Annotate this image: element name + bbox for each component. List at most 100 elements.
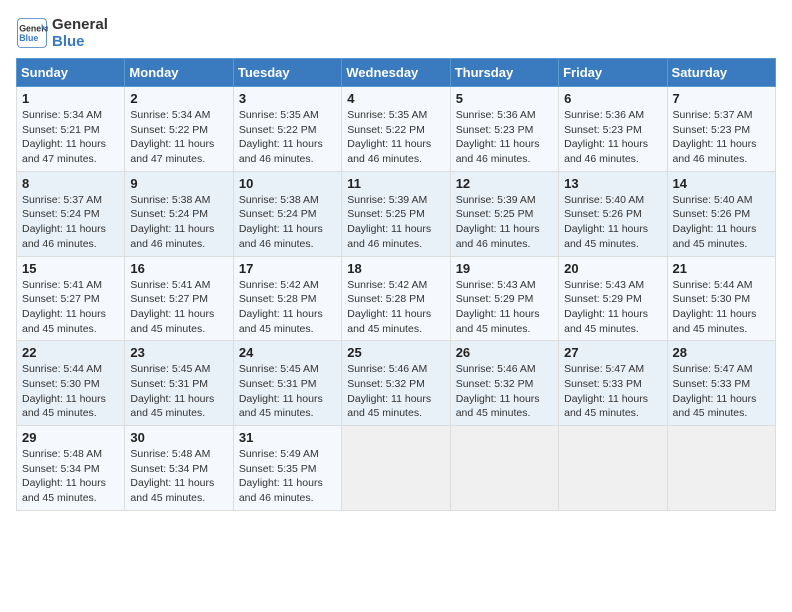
svg-text:Blue: Blue	[19, 33, 38, 43]
day-detail: Sunrise: 5:34 AM Sunset: 5:22 PM Dayligh…	[130, 108, 227, 167]
calendar-cell: 10 Sunrise: 5:38 AM Sunset: 5:24 PM Dayli…	[233, 171, 341, 256]
day-number: 30	[130, 430, 227, 445]
day-detail: Sunrise: 5:43 AM Sunset: 5:29 PM Dayligh…	[564, 278, 661, 337]
calendar-cell	[342, 426, 450, 511]
day-detail: Sunrise: 5:45 AM Sunset: 5:31 PM Dayligh…	[130, 362, 227, 421]
day-number: 14	[673, 176, 770, 191]
calendar-cell: 22 Sunrise: 5:44 AM Sunset: 5:30 PM Dayli…	[17, 341, 125, 426]
calendar-cell: 7 Sunrise: 5:37 AM Sunset: 5:23 PM Daylig…	[667, 87, 775, 172]
calendar-cell: 1 Sunrise: 5:34 AM Sunset: 5:21 PM Daylig…	[17, 87, 125, 172]
day-number: 3	[239, 91, 336, 106]
day-number: 19	[456, 261, 553, 276]
day-detail: Sunrise: 5:46 AM Sunset: 5:32 PM Dayligh…	[456, 362, 553, 421]
day-detail: Sunrise: 5:46 AM Sunset: 5:32 PM Dayligh…	[347, 362, 444, 421]
calendar-cell: 30 Sunrise: 5:48 AM Sunset: 5:34 PM Dayli…	[125, 426, 233, 511]
column-header-saturday: Saturday	[667, 59, 775, 87]
day-number: 2	[130, 91, 227, 106]
day-detail: Sunrise: 5:40 AM Sunset: 5:26 PM Dayligh…	[673, 193, 770, 252]
day-detail: Sunrise: 5:38 AM Sunset: 5:24 PM Dayligh…	[239, 193, 336, 252]
calendar-cell: 3 Sunrise: 5:35 AM Sunset: 5:22 PM Daylig…	[233, 87, 341, 172]
column-header-tuesday: Tuesday	[233, 59, 341, 87]
calendar-cell: 15 Sunrise: 5:41 AM Sunset: 5:27 PM Dayli…	[17, 256, 125, 341]
day-detail: Sunrise: 5:48 AM Sunset: 5:34 PM Dayligh…	[130, 447, 227, 506]
calendar-cell: 11Sunrise: 5:39 AM Sunset: 5:25 PM Dayli…	[342, 171, 450, 256]
calendar-table: SundayMondayTuesdayWednesdayThursdayFrid…	[16, 58, 776, 511]
day-detail: Sunrise: 5:47 AM Sunset: 5:33 PM Dayligh…	[564, 362, 661, 421]
calendar-cell: 18 Sunrise: 5:42 AM Sunset: 5:28 PM Dayli…	[342, 256, 450, 341]
logo: General Blue General Blue	[16, 16, 108, 50]
day-number: 24	[239, 345, 336, 360]
day-detail: Sunrise: 5:37 AM Sunset: 5:23 PM Dayligh…	[673, 108, 770, 167]
day-number: 15	[22, 261, 119, 276]
day-number: 21	[673, 261, 770, 276]
day-detail: Sunrise: 5:35 AM Sunset: 5:22 PM Dayligh…	[239, 108, 336, 167]
column-header-friday: Friday	[559, 59, 667, 87]
calendar-cell: 5 Sunrise: 5:36 AM Sunset: 5:23 PM Daylig…	[450, 87, 558, 172]
calendar-cell: 13 Sunrise: 5:40 AM Sunset: 5:26 PM Dayli…	[559, 171, 667, 256]
day-number: 1	[22, 91, 119, 106]
day-detail: Sunrise: 5:41 AM Sunset: 5:27 PM Dayligh…	[22, 278, 119, 337]
calendar-cell: 4Sunrise: 5:35 AM Sunset: 5:22 PM Daylig…	[342, 87, 450, 172]
calendar-cell: 20 Sunrise: 5:43 AM Sunset: 5:29 PM Dayli…	[559, 256, 667, 341]
day-number: 10	[239, 176, 336, 191]
day-number: 9	[130, 176, 227, 191]
day-number: 16	[130, 261, 227, 276]
calendar-cell	[667, 426, 775, 511]
calendar-cell: 16 Sunrise: 5:41 AM Sunset: 5:27 PM Dayli…	[125, 256, 233, 341]
day-number: 31	[239, 430, 336, 445]
day-number: 18	[347, 261, 444, 276]
day-number: 6	[564, 91, 661, 106]
day-detail: Sunrise: 5:34 AM Sunset: 5:21 PM Dayligh…	[22, 108, 119, 167]
day-detail: Sunrise: 5:39 AM Sunset: 5:25 PM Dayligh…	[347, 193, 444, 252]
calendar-cell: 8Sunrise: 5:37 AM Sunset: 5:24 PM Daylig…	[17, 171, 125, 256]
day-number: 28	[673, 345, 770, 360]
column-header-sunday: Sunday	[17, 59, 125, 87]
logo-general: General	[52, 16, 108, 33]
day-number: 7	[673, 91, 770, 106]
day-detail: Sunrise: 5:36 AM Sunset: 5:23 PM Dayligh…	[456, 108, 553, 167]
column-header-wednesday: Wednesday	[342, 59, 450, 87]
day-detail: Sunrise: 5:38 AM Sunset: 5:24 PM Dayligh…	[130, 193, 227, 252]
calendar-cell: 24 Sunrise: 5:45 AM Sunset: 5:31 PM Dayli…	[233, 341, 341, 426]
calendar-cell: 2 Sunrise: 5:34 AM Sunset: 5:22 PM Daylig…	[125, 87, 233, 172]
day-number: 26	[456, 345, 553, 360]
day-number: 29	[22, 430, 119, 445]
day-detail: Sunrise: 5:45 AM Sunset: 5:31 PM Dayligh…	[239, 362, 336, 421]
calendar-cell: 17Sunrise: 5:42 AM Sunset: 5:28 PM Dayli…	[233, 256, 341, 341]
day-detail: Sunrise: 5:39 AM Sunset: 5:25 PM Dayligh…	[456, 193, 553, 252]
day-number: 25	[347, 345, 444, 360]
logo-blue: Blue	[52, 33, 108, 50]
day-detail: Sunrise: 5:35 AM Sunset: 5:22 PM Dayligh…	[347, 108, 444, 167]
day-number: 12	[456, 176, 553, 191]
calendar-cell: 19Sunrise: 5:43 AM Sunset: 5:29 PM Dayli…	[450, 256, 558, 341]
calendar-cell: 25 Sunrise: 5:46 AM Sunset: 5:32 PM Dayli…	[342, 341, 450, 426]
day-detail: Sunrise: 5:42 AM Sunset: 5:28 PM Dayligh…	[347, 278, 444, 337]
column-header-monday: Monday	[125, 59, 233, 87]
calendar-cell: 27 Sunrise: 5:47 AM Sunset: 5:33 PM Dayli…	[559, 341, 667, 426]
day-number: 17	[239, 261, 336, 276]
calendar-cell	[450, 426, 558, 511]
day-detail: Sunrise: 5:48 AM Sunset: 5:34 PM Dayligh…	[22, 447, 119, 506]
day-detail: Sunrise: 5:37 AM Sunset: 5:24 PM Dayligh…	[22, 193, 119, 252]
day-number: 27	[564, 345, 661, 360]
day-detail: Sunrise: 5:44 AM Sunset: 5:30 PM Dayligh…	[22, 362, 119, 421]
day-number: 5	[456, 91, 553, 106]
page-header: General Blue General Blue	[16, 16, 776, 50]
day-detail: Sunrise: 5:41 AM Sunset: 5:27 PM Dayligh…	[130, 278, 227, 337]
day-detail: Sunrise: 5:40 AM Sunset: 5:26 PM Dayligh…	[564, 193, 661, 252]
day-detail: Sunrise: 5:44 AM Sunset: 5:30 PM Dayligh…	[673, 278, 770, 337]
calendar-cell: 21 Sunrise: 5:44 AM Sunset: 5:30 PM Dayli…	[667, 256, 775, 341]
day-number: 20	[564, 261, 661, 276]
calendar-cell: 9 Sunrise: 5:38 AM Sunset: 5:24 PM Daylig…	[125, 171, 233, 256]
calendar-cell: 31 Sunrise: 5:49 AM Sunset: 5:35 PM Dayli…	[233, 426, 341, 511]
calendar-cell: 6 Sunrise: 5:36 AM Sunset: 5:23 PM Daylig…	[559, 87, 667, 172]
day-number: 22	[22, 345, 119, 360]
day-detail: Sunrise: 5:49 AM Sunset: 5:35 PM Dayligh…	[239, 447, 336, 506]
calendar-cell: 26 Sunrise: 5:46 AM Sunset: 5:32 PM Dayli…	[450, 341, 558, 426]
day-detail: Sunrise: 5:47 AM Sunset: 5:33 PM Dayligh…	[673, 362, 770, 421]
calendar-cell: 28 Sunrise: 5:47 AM Sunset: 5:33 PM Dayli…	[667, 341, 775, 426]
calendar-cell: 23Sunrise: 5:45 AM Sunset: 5:31 PM Dayli…	[125, 341, 233, 426]
day-detail: Sunrise: 5:36 AM Sunset: 5:23 PM Dayligh…	[564, 108, 661, 167]
calendar-cell	[559, 426, 667, 511]
day-number: 13	[564, 176, 661, 191]
